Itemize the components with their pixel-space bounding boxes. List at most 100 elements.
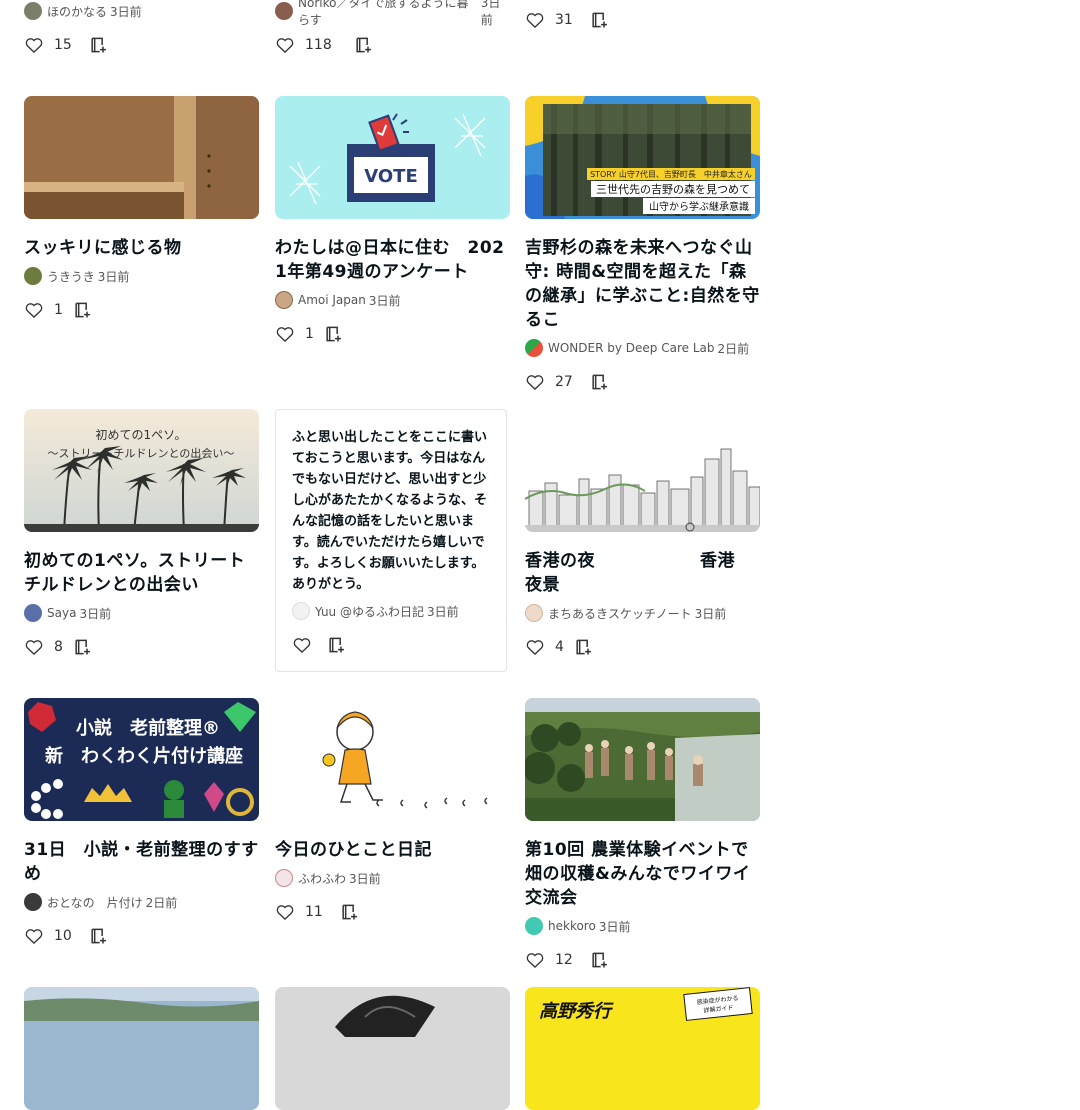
article-thumbnail[interactable] [24, 96, 259, 219]
magazine-add-icon[interactable] [589, 950, 609, 970]
article-thumbnail[interactable]: STORY 山守7代目、吉野町長 中井章太さん 三世代先の吉野の森を見つめて 山… [525, 96, 760, 219]
article-thumbnail[interactable]: 初めての1ペソ。 〜ストリートチルドレンとの出会い〜 [24, 409, 259, 532]
article-thumbnail[interactable] [275, 698, 510, 821]
card-actions: 4 [525, 636, 760, 658]
card-actions: 8 [24, 636, 259, 658]
text-article-card[interactable]: ふと思い出したことをここに書いておこうと思います。今日はなんでもない日だけど、思… [275, 409, 507, 672]
author-name: ほのかなる [47, 4, 108, 19]
avatar [275, 869, 293, 887]
heart-icon[interactable] [24, 35, 44, 55]
heart-icon[interactable] [24, 926, 44, 946]
article-card[interactable]: 初めての1ペソ。 〜ストリートチルドレンとの出会い〜 初めての1ペソ。ストリート… [24, 409, 259, 658]
author-row[interactable]: ほのかなる 3日前 [24, 2, 259, 20]
author-row[interactable]: Saya 3日前 [24, 604, 259, 622]
article-thumbnail[interactable] [525, 698, 760, 821]
like-count: 8 [54, 639, 63, 655]
heart-icon[interactable] [275, 35, 295, 55]
author-row[interactable]: まちあるきスケッチノート 3日前 [525, 604, 760, 622]
thumbnail-text: 小説 老前整理® [76, 717, 220, 739]
avatar [24, 893, 42, 911]
avatar [525, 339, 543, 357]
article-title[interactable]: 吉野杉の森を未来へつなぐ山守: 時間&空間を超えた「森の継承」に学ぶこと:自然を… [525, 236, 760, 332]
heart-icon[interactable] [275, 324, 295, 344]
heart-icon[interactable] [525, 950, 545, 970]
like-count: 31 [555, 12, 573, 28]
heart-icon[interactable] [525, 637, 545, 657]
like-count: 118 [305, 37, 332, 53]
magazine-add-icon[interactable] [326, 635, 346, 655]
article-card[interactable]: 第10回 農業体験イベントで畑の収穫&みんなでワイワイ交流会 hekkoro 3… [525, 698, 760, 971]
thumbnail-text: VOTE [364, 166, 418, 187]
avatar [24, 604, 42, 622]
article-thumbnail[interactable] [525, 409, 760, 532]
article-card[interactable]: Noriko／タイで旅するように暮らす 3日前 118 [275, 0, 510, 56]
magazine-add-icon[interactable] [339, 902, 359, 922]
author-name: Yuu @ゆるふわ日記 [315, 604, 424, 619]
thumbnail-text: 新 わくわく片付け講座 [45, 745, 243, 767]
author-row[interactable]: WONDER by Deep Care Lab 2日前 [525, 339, 760, 357]
magazine-add-icon[interactable] [589, 10, 609, 30]
article-card[interactable]: VOTE わたしは@日本に住む 2021年第49週のアンケート Amoi Jap… [275, 96, 510, 345]
heart-icon[interactable] [275, 902, 295, 922]
article-thumbnail[interactable]: 小説 老前整理® 新 わくわく片付け講座 [24, 698, 259, 821]
article-card[interactable]: 31 [525, 0, 760, 31]
magazine-add-icon[interactable] [573, 637, 593, 657]
author-name: おとなの 片付け [47, 895, 143, 910]
article-card[interactable]: スッキリに感じる物 うきうき 3日前 1 [24, 96, 259, 321]
magazine-add-icon[interactable] [323, 324, 343, 344]
like-count: 4 [555, 639, 564, 655]
magazine-add-icon[interactable] [88, 926, 108, 946]
article-card[interactable]: STORY 山守7代目、吉野町長 中井章太さん 三世代先の吉野の森を見つめて 山… [525, 96, 760, 393]
post-time: 3日前 [79, 606, 112, 621]
heart-icon[interactable] [525, 10, 545, 30]
article-thumbnail[interactable] [24, 987, 259, 1110]
heart-icon[interactable] [525, 372, 545, 392]
article-thumbnail[interactable]: VOTE [275, 96, 510, 219]
post-time: 2日前 [145, 895, 178, 910]
article-card[interactable] [24, 987, 259, 1110]
avatar [525, 604, 543, 622]
magazine-add-icon[interactable] [88, 35, 108, 55]
article-title[interactable]: 香港の夜 香港 夜景 [525, 549, 760, 597]
magazine-add-icon[interactable] [589, 372, 609, 392]
thumbnail-text: 山守から学ぶ継承意識 [649, 200, 749, 213]
article-title[interactable]: 今日のひとこと日記 [275, 838, 510, 862]
author-name: ふわふわ [298, 871, 347, 886]
author-row[interactable]: ふわふわ 3日前 [275, 869, 510, 887]
card-actions: 118 [275, 34, 510, 56]
magazine-add-icon[interactable] [72, 637, 92, 657]
author-name: Noriko／タイで旅するように暮らす [298, 0, 469, 27]
article-card[interactable]: ほのかなる 3日前 15 [24, 0, 259, 56]
author-row[interactable]: Yuu @ゆるふわ日記 3日前 [292, 602, 490, 620]
article-card[interactable]: 今日のひとこと日記 ふわふわ 3日前 11 [275, 698, 510, 923]
avatar [24, 2, 42, 20]
article-thumbnail[interactable] [275, 987, 510, 1110]
thumbnail-text: 高野秀行 [539, 1001, 614, 1022]
magazine-add-icon[interactable] [72, 300, 92, 320]
author-row[interactable]: Noriko／タイで旅するように暮らす 3日前 [275, 0, 510, 27]
article-title[interactable]: 31日 小説・老前整理のすすめ [24, 838, 259, 886]
author-row[interactable]: hekkoro 3日前 [525, 917, 760, 935]
like-count: 1 [305, 326, 314, 342]
article-title[interactable]: スッキリに感じる物 [24, 236, 259, 260]
card-actions: 15 [24, 34, 259, 56]
article-title[interactable]: 初めての1ペソ。ストリートチルドレンとの出会い [24, 549, 259, 597]
author-name: うきうき [47, 269, 95, 284]
article-card[interactable]: 小説 老前整理® 新 わくわく片付け講座 31日 小説・老前整理のすすめ おとな… [24, 698, 259, 947]
author-row[interactable]: おとなの 片付け 2日前 [24, 893, 259, 911]
article-title[interactable]: 第10回 農業体験イベントで畑の収穫&みんなでワイワイ交流会 [525, 838, 760, 910]
heart-icon[interactable] [24, 300, 44, 320]
article-excerpt[interactable]: ふと思い出したことをここに書いておこうと思います。今日はなんでもない日だけど、思… [292, 427, 490, 595]
heart-icon[interactable] [24, 637, 44, 657]
like-count: 27 [555, 374, 573, 390]
heart-icon[interactable] [292, 635, 312, 655]
article-thumbnail[interactable]: 高野秀行 感染症がわかる 詳解ガイド [525, 987, 760, 1110]
article-card[interactable]: 高野秀行 感染症がわかる 詳解ガイド [525, 987, 760, 1110]
article-card[interactable]: 香港の夜 香港 夜景 まちあるきスケッチノート 3日前 4 [525, 409, 760, 658]
article-title[interactable]: わたしは@日本に住む 2021年第49週のアンケート [275, 236, 510, 284]
magazine-add-icon[interactable] [353, 35, 373, 55]
article-card[interactable] [275, 987, 510, 1110]
author-row[interactable]: うきうき 3日前 [24, 267, 259, 285]
avatar [275, 291, 293, 309]
author-row[interactable]: Amoi Japan 3日前 [275, 291, 510, 309]
